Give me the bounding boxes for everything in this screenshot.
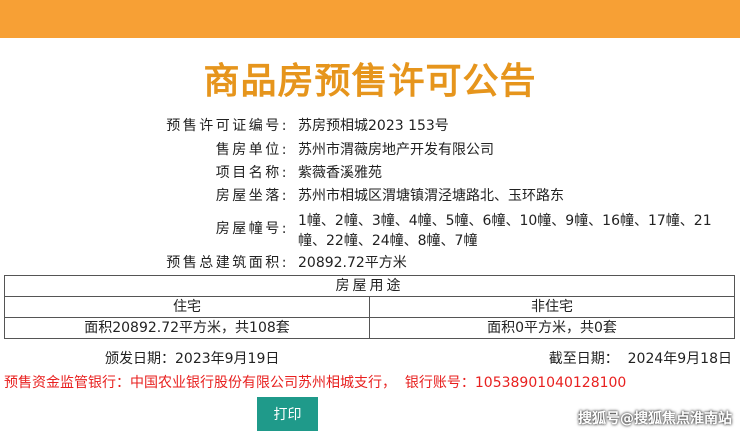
usage-table-value-row: 面积20892.72平方米，共108套 面积0平方米，共0套	[5, 317, 734, 338]
developer-label: 售房单位:	[215, 142, 289, 158]
building-numbers-label: 房屋幢号:	[215, 221, 289, 237]
page-title: 商品房预售许可公告	[203, 60, 537, 102]
top-bar	[0, 0, 740, 38]
issue-date: 颁发日期：2023年9月19日	[105, 351, 280, 367]
usage-table: 房屋用途 住宅 非住宅 面积20892.72平方米，共108套 面积0平方米，共…	[4, 275, 735, 339]
bank-supervision-line: 预售资金监管银行：中国农业银行股份有限公司苏州相城支行， 银行账号：105389…	[4, 375, 627, 391]
residential-value: 面积20892.72平方米，共108套	[84, 320, 290, 336]
usage-table-column-row: 住宅 非住宅	[5, 296, 734, 317]
column-non-residential: 非住宅	[369, 297, 734, 317]
permit-number-label: 预售许可证编号:	[166, 118, 289, 134]
location-label: 房屋坐落:	[215, 188, 289, 204]
building-numbers-value: 1幢、2幢、3幢、4幢、5幢、6幢、10幢、9幢、16幢、17幢、21幢、22幢…	[298, 213, 712, 249]
watermark: 搜狐号@搜狐焦点淮南站	[578, 411, 732, 427]
permit-number-value: 苏房预相城2023 153号	[298, 118, 449, 134]
developer-value: 苏州市渭薇房地产开发有限公司	[298, 142, 494, 158]
project-name-label: 项目名称:	[215, 165, 289, 181]
print-button[interactable]: 打印	[257, 397, 318, 431]
location-value: 苏州市相城区渭塘镇渭泾塘路北、玉环路东	[298, 188, 564, 204]
usage-table-header: 房屋用途	[335, 278, 404, 294]
total-area-label: 预售总建筑面积:	[166, 255, 289, 271]
expiry-date: 截至日期： 2024年9月18日	[548, 351, 732, 367]
total-area-value: 20892.72平方米	[298, 255, 407, 271]
column-residential: 住宅	[173, 299, 201, 315]
usage-table-header-row: 房屋用途	[5, 276, 734, 296]
project-name-value: 紫薇香溪雅苑	[298, 165, 382, 181]
non-residential-value: 面积0平方米，共0套	[369, 318, 734, 338]
